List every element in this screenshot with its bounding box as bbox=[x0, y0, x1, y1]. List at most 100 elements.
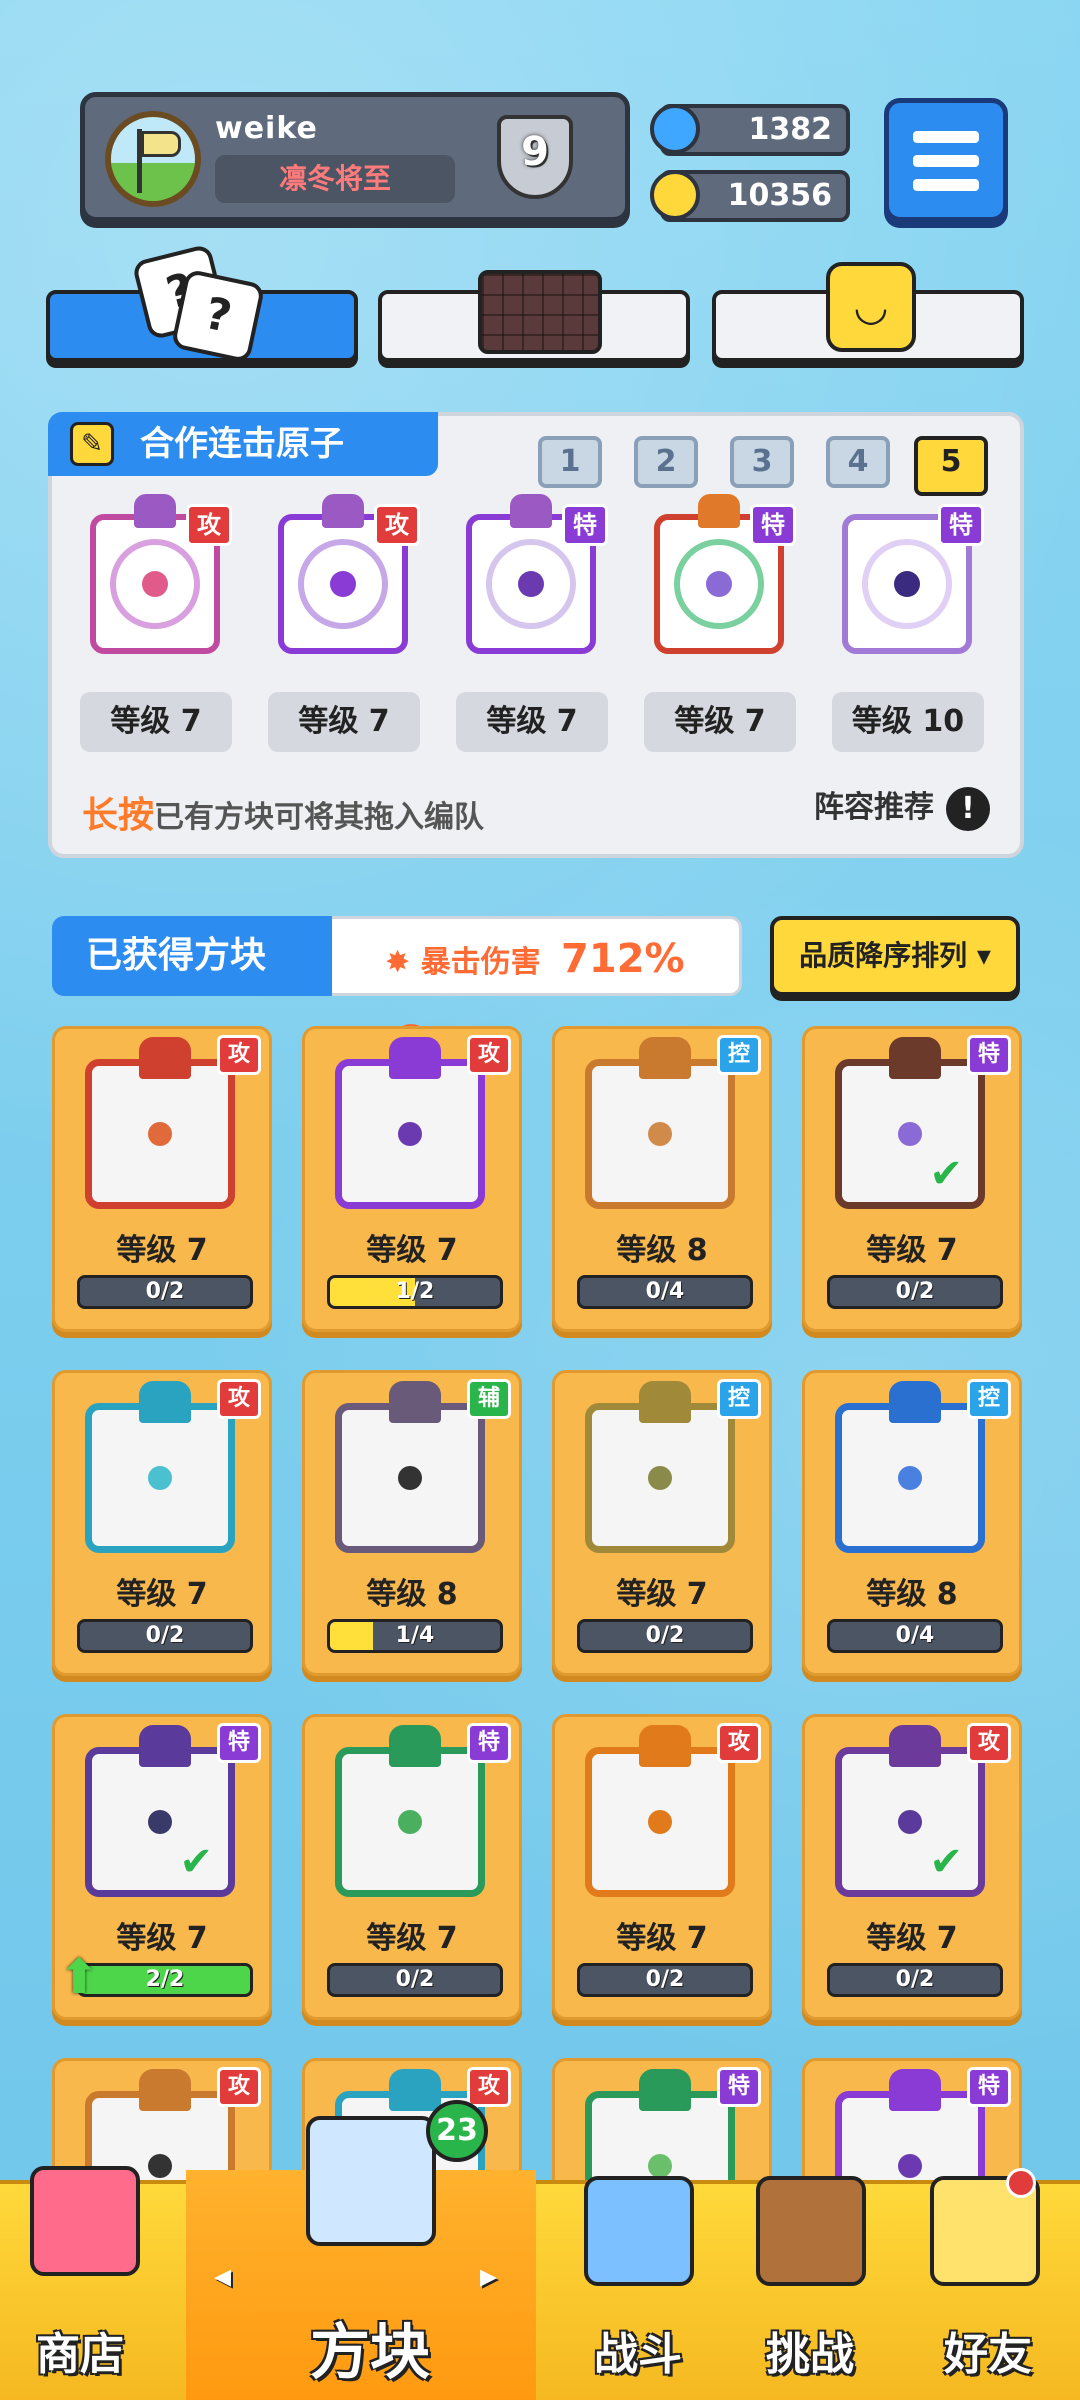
card-art: 特 ✔ bbox=[805, 1029, 1019, 1219]
block-card[interactable]: 控等级 8 0/4 bbox=[552, 1026, 772, 1332]
mystery-block-icon[interactable] bbox=[306, 2116, 436, 2246]
type-badge: 攻 bbox=[217, 1035, 261, 1075]
block-core bbox=[398, 1810, 422, 1834]
type-badge: 攻 bbox=[467, 2067, 511, 2107]
nav-blocks[interactable]: 方块 bbox=[280, 2304, 460, 2391]
dragon-horn bbox=[139, 1725, 191, 1767]
combo-page-5[interactable]: 5 bbox=[914, 436, 988, 496]
combo-slot[interactable]: 特 bbox=[450, 494, 610, 672]
dragon-horn bbox=[389, 1381, 441, 1423]
type-badge: 攻 bbox=[186, 504, 232, 546]
upgrade-arrow-icon[interactable]: ⬆ bbox=[59, 1949, 103, 2005]
block-card[interactable]: 攻 ✔ 等级 7 0/2 bbox=[802, 1714, 1022, 2020]
block-core bbox=[648, 1810, 672, 1834]
card-level: 等级 8 bbox=[366, 1577, 458, 1612]
nav-next-icon[interactable]: ▸ bbox=[480, 2256, 497, 2296]
new-count-badge: 23 bbox=[426, 2100, 488, 2162]
menu-button[interactable] bbox=[884, 98, 1008, 222]
block-card[interactable]: 攻等级 7 0/2 bbox=[552, 1714, 772, 2020]
card-progress: 0/2 bbox=[77, 1619, 253, 1653]
combo-slot[interactable]: 攻 bbox=[74, 494, 234, 672]
block-card[interactable]: 辅等级 8 1/4 bbox=[302, 1370, 522, 1676]
nav-shop[interactable]: 商店 bbox=[0, 2318, 170, 2382]
shop-icon[interactable] bbox=[30, 2166, 140, 2276]
block-card[interactable]: 攻等级 7 1/2 bbox=[302, 1026, 522, 1332]
crit-info[interactable]: ✸ 暴击伤害 712% ! bbox=[385, 919, 739, 1064]
card-art: 控 bbox=[555, 1029, 769, 1219]
card-progress: 1/4 bbox=[327, 1619, 503, 1653]
slot-level: 等级 7 bbox=[80, 692, 232, 752]
pencil-icon[interactable]: ✎ bbox=[70, 422, 114, 466]
block-core bbox=[898, 1122, 922, 1146]
block-card[interactable]: 控等级 7 0/2 bbox=[552, 1370, 772, 1676]
dragon-horn bbox=[639, 2069, 691, 2111]
card-art: 特 bbox=[305, 1717, 519, 1907]
combo-slot[interactable]: 攻 bbox=[262, 494, 422, 672]
block-card[interactable]: 特 ✔ 等级 7 0/2 bbox=[802, 1026, 1022, 1332]
combo-panel: ✎ 合作连击原子 1 2 3 4 5 攻 攻 特 特 特 等级 7 等级 7 等… bbox=[48, 412, 1024, 858]
type-badge: 攻 bbox=[717, 1723, 761, 1763]
card-art: 控 bbox=[805, 1373, 1019, 1563]
combo-title-tag: ✎ 合作连击原子 bbox=[48, 412, 438, 476]
card-art: 攻 bbox=[55, 1029, 269, 1219]
type-badge: 特 bbox=[717, 2067, 761, 2107]
nav-prev-icon[interactable]: ◂ bbox=[214, 2256, 231, 2296]
progress-text: 0/2 bbox=[895, 1279, 935, 1304]
type-badge: 特 bbox=[562, 504, 608, 546]
type-badge: 控 bbox=[967, 1379, 1011, 1419]
combo-page-3[interactable]: 3 bbox=[730, 436, 794, 488]
sort-dropdown[interactable]: 品质降序排列 ▾ bbox=[770, 916, 1020, 996]
challenge-icon[interactable] bbox=[756, 2176, 866, 2286]
combo-title: 合作连击原子 bbox=[140, 424, 344, 464]
type-badge: 特 bbox=[938, 504, 984, 546]
block-core bbox=[148, 1122, 172, 1146]
block-card[interactable]: 控等级 8 0/4 bbox=[802, 1370, 1022, 1676]
block-core bbox=[898, 2154, 922, 2178]
block-card[interactable]: 攻等级 7 0/2 bbox=[52, 1370, 272, 1676]
profile-panel[interactable]: weike 凛冬将至 9 bbox=[80, 92, 630, 222]
dragon-horn bbox=[639, 1381, 691, 1423]
block-card[interactable]: 特等级 7 0/2 bbox=[302, 1714, 522, 2020]
notification-dot bbox=[1006, 2168, 1036, 2198]
combo-page-1[interactable]: 1 bbox=[538, 436, 602, 488]
nav-friends[interactable]: 好友 bbox=[898, 2318, 1078, 2382]
block-frame bbox=[85, 1403, 235, 1553]
block-core bbox=[398, 1122, 422, 1146]
slot-level: 等级 7 bbox=[268, 692, 420, 752]
block-card[interactable]: 攻等级 7 0/2 bbox=[52, 1026, 272, 1332]
block-card[interactable]: 特 ✔ 等级 7 2/2 ⬆ bbox=[52, 1714, 272, 2020]
combo-slot[interactable]: 特 bbox=[826, 504, 986, 672]
progress-text: 0/2 bbox=[645, 1623, 685, 1648]
equipped-check-icon: ✔ bbox=[929, 1151, 963, 1197]
block-core bbox=[898, 1810, 922, 1834]
type-badge: 特 bbox=[217, 1723, 261, 1763]
type-badge: 特 bbox=[967, 1035, 1011, 1075]
card-art: 攻 bbox=[555, 1717, 769, 1907]
equipped-check-icon: ✔ bbox=[179, 1839, 213, 1885]
card-progress: 0/2 bbox=[577, 1619, 753, 1653]
combo-page-2[interactable]: 2 bbox=[634, 436, 698, 488]
dragon-horn bbox=[389, 1725, 441, 1767]
card-level: 等级 7 bbox=[366, 1921, 458, 1956]
obtained-title: 已获得方块 bbox=[52, 916, 332, 996]
card-level: 等级 7 bbox=[116, 1233, 208, 1268]
block-frame bbox=[585, 1747, 735, 1897]
combo-page-4[interactable]: 4 bbox=[826, 436, 890, 488]
recommend-button[interactable]: 阵容推荐! bbox=[814, 782, 990, 831]
nav-challenge[interactable]: 挑战 bbox=[720, 2318, 900, 2382]
slot-level: 等级 10 bbox=[832, 692, 984, 752]
battle-icon[interactable] bbox=[584, 2176, 694, 2286]
card-progress: 0/2 bbox=[77, 1275, 253, 1309]
player-name: weike bbox=[215, 111, 318, 146]
combo-slot[interactable]: 特 bbox=[638, 494, 798, 672]
recommend-label: 阵容推荐 bbox=[814, 790, 934, 825]
avatar[interactable] bbox=[105, 111, 201, 207]
type-badge: 攻 bbox=[967, 1723, 1011, 1763]
nav-battle[interactable]: 战斗 bbox=[548, 2318, 728, 2382]
dragon-horn bbox=[389, 1037, 441, 1079]
dragon-horn bbox=[639, 1725, 691, 1767]
crit-label: 暴击伤害 bbox=[420, 945, 541, 980]
block-frame bbox=[585, 1403, 735, 1553]
dragon-horn bbox=[639, 1037, 691, 1079]
block-frame bbox=[335, 1747, 485, 1897]
